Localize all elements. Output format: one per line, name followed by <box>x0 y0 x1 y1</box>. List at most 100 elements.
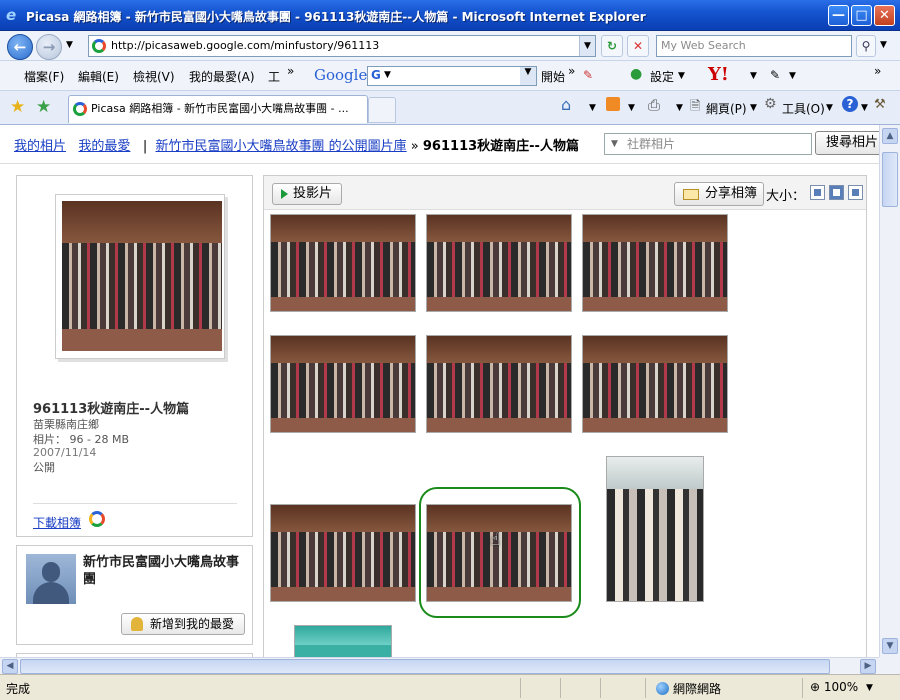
bookmark-icon[interactable]: ✎ <box>583 68 593 82</box>
vertical-scrollbar[interactable]: ▲ ▼ <box>879 125 900 657</box>
maximize-button[interactable]: □ <box>851 5 872 26</box>
menu-edit[interactable]: 編輯(E) <box>78 68 119 85</box>
print-icon[interactable]: ⎙ <box>648 96 660 114</box>
zoom-dropdown-icon[interactable]: ▼ <box>866 683 873 693</box>
add-to-favorites-button[interactable]: 新增到我的最愛 <box>121 613 245 635</box>
google-search-input[interactable]: G ▼ ▼ <box>367 66 537 86</box>
status-separator <box>645 678 646 698</box>
print-dropdown-icon[interactable]: ▼ <box>676 103 683 113</box>
close-button[interactable]: ✕ <box>874 5 895 26</box>
gallery-link[interactable]: 新竹市民富國小大嘴鳥故事團 的公開圖片庫 <box>156 139 407 154</box>
address-url: http://picasaweb.google.com/minfustory/9… <box>111 39 380 52</box>
menu-view[interactable]: 檢視(V) <box>133 68 175 85</box>
back-button[interactable]: ← <box>7 34 33 60</box>
photo-thumbnail[interactable] <box>270 504 416 602</box>
share-album-label: 分享相簿 <box>705 186 758 201</box>
google-go-button[interactable]: 開始 <box>541 68 565 85</box>
help-icon[interactable]: ? <box>842 96 858 112</box>
album-cover[interactable] <box>55 194 225 359</box>
google-history-dropdown-icon[interactable]: ▼ <box>520 67 536 85</box>
home-icon[interactable]: ⌂ <box>561 95 571 114</box>
breadcrumb: 我的相片 我的最愛 | 新竹市民富國小大嘴鳥故事團 的公開圖片庫 » 96111… <box>14 135 579 154</box>
minimize-button[interactable]: — <box>828 5 849 26</box>
new-tab-button[interactable] <box>368 97 396 123</box>
menu-overflow-chevron-icon[interactable]: » <box>287 64 294 78</box>
menu-toolbar: 檔案(F) 編輯(E) 檢視(V) 我的最愛(A) 工 » Google G ▼… <box>0 61 900 91</box>
yahoo-dropdown-icon[interactable]: ▼ <box>750 71 757 81</box>
share-album-button[interactable]: 分享相簿 <box>674 182 764 206</box>
menu-favorites[interactable]: 我的最愛(A) <box>189 68 255 85</box>
tab-active[interactable]: Picasa 網路相簿 - 新竹市民富國小大嘴鳥故事團 - ... <box>68 95 368 123</box>
search-button[interactable]: ⚲ <box>856 35 876 57</box>
download-album-link[interactable]: 下載相簿 <box>33 514 81 531</box>
highlighter-dropdown-icon[interactable]: ▼ <box>789 71 796 81</box>
address-dropdown-icon[interactable]: ▼ <box>579 36 595 56</box>
settings-button[interactable]: 設定 <box>650 68 674 85</box>
refresh-button[interactable]: ↻ <box>601 35 623 57</box>
rss-dropdown-icon[interactable]: ▼ <box>628 103 635 113</box>
security-zone[interactable]: 網際網路 <box>656 680 721 697</box>
slideshow-label: 投影片 <box>293 186 333 201</box>
forward-button[interactable]: → <box>36 34 62 60</box>
scroll-down-arrow-icon[interactable]: ▼ <box>882 638 898 654</box>
google-dropdown-icon[interactable]: ▼ <box>384 70 391 80</box>
scroll-right-arrow-icon[interactable]: ▶ <box>860 659 876 674</box>
page-dropdown-icon[interactable]: ▼ <box>750 103 757 113</box>
settings-circle-icon: ● <box>630 66 643 82</box>
highlighter-icon[interactable]: ✎ <box>770 68 780 82</box>
size-large-button[interactable] <box>848 185 863 200</box>
tools-menu-button[interactable]: 工具(O) <box>782 100 825 117</box>
photo-thumbnail[interactable] <box>270 214 416 312</box>
community-dropdown-icon[interactable]: ▼ <box>611 134 618 154</box>
search-options-dropdown-icon[interactable]: ▼ <box>880 40 887 50</box>
help-dropdown-icon[interactable]: ▼ <box>861 103 868 113</box>
research-icon[interactable]: ⚒ <box>874 97 886 112</box>
tools-dropdown-icon[interactable]: ▼ <box>826 103 833 113</box>
settings-dropdown-icon[interactable]: ▼ <box>678 71 685 81</box>
search-photos-button[interactable]: 搜尋相片 <box>815 131 879 155</box>
address-toolbar: ← → ▼ http://picasaweb.google.com/minfus… <box>0 31 900 61</box>
breadcrumb-current: 961113秋遊南庄--人物篇 <box>422 139 579 154</box>
add-favorite-star-icon[interactable]: ★ <box>36 97 51 117</box>
avatar[interactable] <box>26 554 76 604</box>
photo-thumbnail-portrait[interactable] <box>606 456 704 602</box>
menu-file[interactable]: 檔案(F) <box>24 68 64 85</box>
album-info-panel: 961113秋遊南庄--人物篇 苗栗縣南庄鄉 相片： 96 - 28 MB 20… <box>16 175 253 537</box>
menu-tools[interactable]: 工 <box>268 68 280 85</box>
google-overflow-chevron-icon[interactable]: » <box>568 64 575 78</box>
tab-toolbar: ★ ★ Picasa 網路相簿 - 新竹市民富國小大嘴鳥故事團 - ... ⌂ … <box>0 91 900 125</box>
photo-thumbnail[interactable] <box>270 335 416 433</box>
photo-thumbnail[interactable] <box>294 625 392 657</box>
photo-thumbnail[interactable] <box>426 214 572 312</box>
album-cover-photo[interactable] <box>62 201 222 351</box>
horizontal-scroll-thumb[interactable] <box>20 659 830 674</box>
photo-thumbnail[interactable] <box>582 214 728 312</box>
my-photos-link[interactable]: 我的相片 <box>14 139 66 154</box>
picasa-icon[interactable] <box>89 511 105 527</box>
community-search-input[interactable]: ▼ 社群相片 <box>604 133 812 155</box>
vertical-scroll-thumb[interactable] <box>882 152 898 207</box>
favorites-star-icon[interactable]: ★ <box>10 97 25 117</box>
address-input[interactable]: http://picasaweb.google.com/minfustory/9… <box>88 35 596 57</box>
photo-thumbnail[interactable] <box>426 335 572 433</box>
photo-thumbnail[interactable] <box>582 335 728 433</box>
album-photo-count: 相片： 96 - 28 MB <box>33 433 129 446</box>
size-small-button[interactable] <box>810 185 825 200</box>
rss-feed-icon[interactable] <box>606 97 620 111</box>
toolbar-overflow-chevron-icon[interactable]: » <box>874 64 881 78</box>
stop-button[interactable]: ✕ <box>627 35 649 57</box>
scroll-left-arrow-icon[interactable]: ◀ <box>2 659 18 674</box>
history-dropdown-icon[interactable]: ▼ <box>66 40 73 50</box>
my-favorites-link[interactable]: 我的最愛 <box>78 139 130 154</box>
home-dropdown-icon[interactable]: ▼ <box>589 103 596 113</box>
album-visibility: 公開 <box>33 461 55 474</box>
yahoo-logo[interactable]: Y! <box>708 64 729 85</box>
page-menu-button[interactable]: 網頁(P) <box>706 100 747 117</box>
zoom-control[interactable]: ⊕ 100% <box>810 680 858 694</box>
scroll-up-arrow-icon[interactable]: ▲ <box>882 128 898 144</box>
size-medium-button[interactable] <box>829 185 844 200</box>
web-search-input[interactable]: My Web Search <box>656 35 852 57</box>
owner-name[interactable]: 新竹市民富國小大嘴鳥故事團 <box>83 554 243 588</box>
horizontal-scrollbar[interactable]: ◀ ▶ <box>0 657 879 674</box>
slideshow-button[interactable]: 投影片 <box>272 183 342 205</box>
